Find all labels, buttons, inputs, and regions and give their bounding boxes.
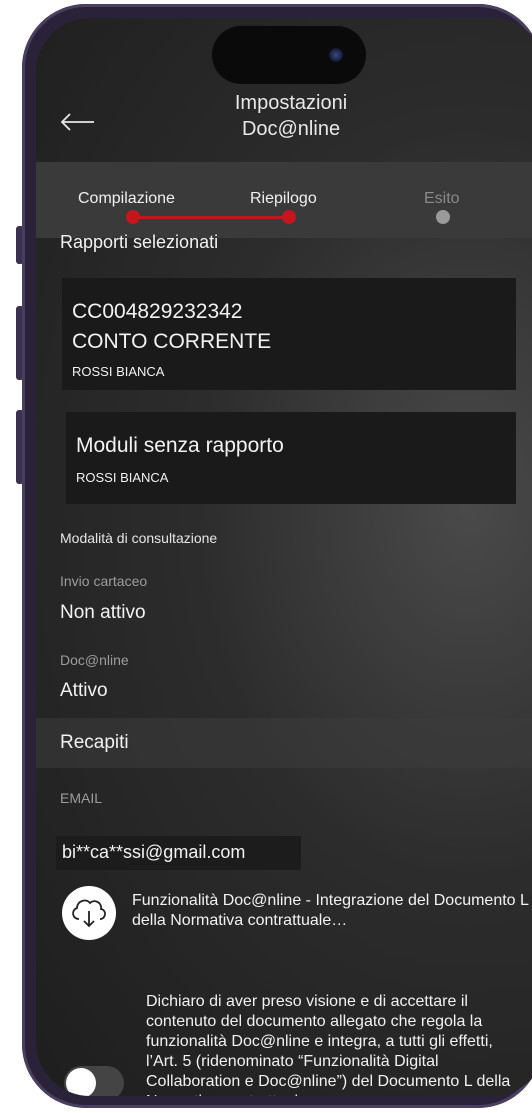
- email-value: bi**ca**ssi@gmail.com: [62, 842, 246, 862]
- toggle-knob: [66, 1068, 96, 1096]
- email-field: bi**ca**ssi@gmail.com: [56, 836, 301, 870]
- camera-icon: [329, 48, 343, 62]
- paper-label: Invio cartaceo: [60, 573, 148, 589]
- consultation-title: Modalità di consultazione: [60, 530, 218, 546]
- contacts-title: Recapiti: [60, 732, 129, 753]
- online-value: Attivo: [60, 680, 108, 701]
- document-link[interactable]: Funzionalità Doc@nline - Integrazione de…: [132, 891, 532, 931]
- step-dot-riepilogo: [282, 210, 296, 224]
- report-type: CONTO CORRENTE: [72, 330, 272, 353]
- moduli-title: Moduli senza rapporto: [76, 434, 284, 457]
- step-esito: Esito: [424, 190, 460, 207]
- page-title-line2: Doc@nline: [241, 118, 341, 140]
- step-riepilogo: Riepilogo: [250, 190, 317, 207]
- report-holder: ROSSI BIANCA: [72, 364, 165, 379]
- header: Impostazioni Doc@nline: [36, 84, 532, 162]
- screen: Impostazioni Doc@nline Compilazione Riep…: [36, 18, 532, 1096]
- step-line-completed: [132, 216, 288, 219]
- step-dot-compilazione: [126, 210, 140, 224]
- report-code: CC004829232342: [72, 300, 243, 323]
- moduli-holder: ROSSI BIANCA: [76, 470, 169, 485]
- dynamic-island: [212, 26, 366, 84]
- download-document-button[interactable]: [62, 886, 116, 940]
- report-card-moduli[interactable]: Moduli senza rapporto ROSSI BIANCA: [66, 412, 516, 504]
- selected-reports-title: Rapporti selezionati: [60, 232, 219, 252]
- paper-value: Non attivo: [60, 602, 146, 623]
- step-compilazione: Compilazione: [78, 190, 175, 207]
- email-label: EMAIL: [60, 790, 103, 806]
- report-card-conto-corrente[interactable]: CC004829232342 CONTO CORRENTE ROSSI BIAN…: [62, 278, 516, 390]
- consent-toggle[interactable]: [64, 1066, 124, 1096]
- page-title-line1: Impostazioni: [234, 92, 348, 114]
- online-label: Doc@nline: [60, 652, 129, 668]
- progress-stepper: Compilazione Riepilogo Esito: [36, 162, 532, 238]
- consent-text: Dichiaro di aver preso visione e di acce…: [146, 993, 511, 1096]
- cloud-download-icon: [72, 899, 106, 928]
- step-dot-esito: [436, 210, 450, 224]
- page-title: Impostazioni Doc@nline: [36, 90, 532, 142]
